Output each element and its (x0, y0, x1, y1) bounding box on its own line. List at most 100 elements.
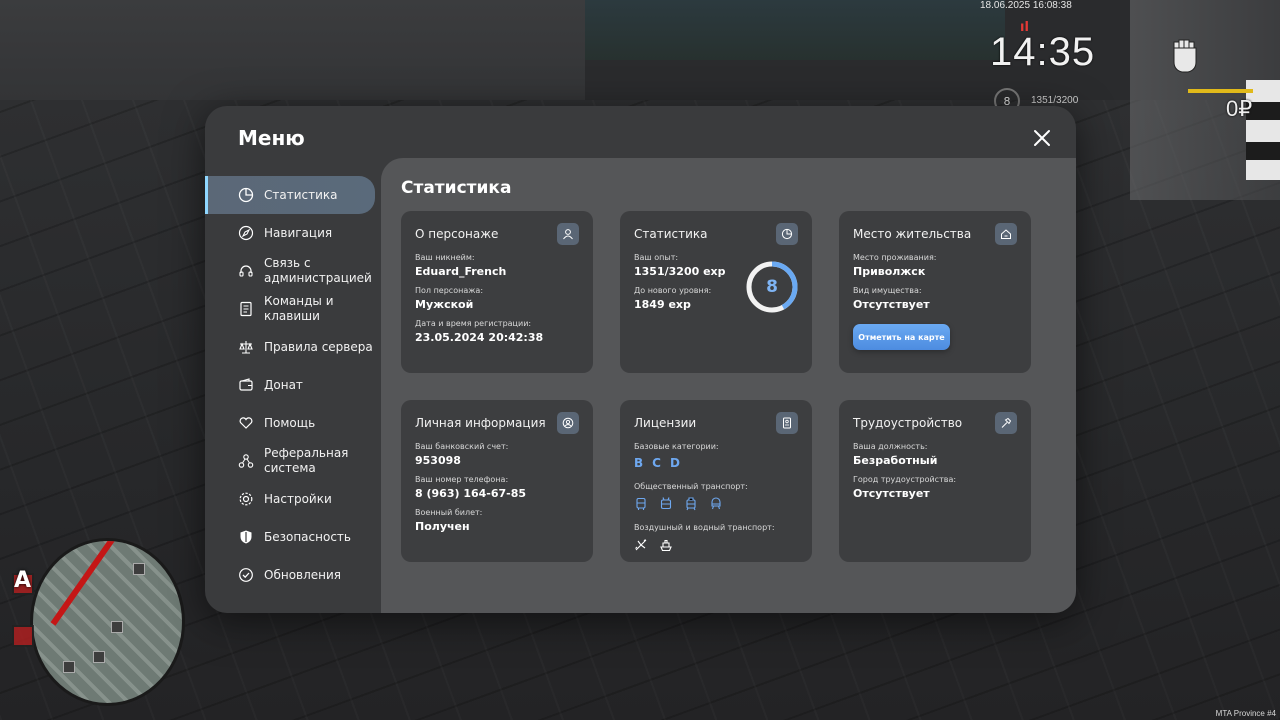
place-value: Приволжск (853, 265, 926, 278)
gender-value: Мужской (415, 298, 474, 311)
sidebar-item-label: Обновления (264, 567, 342, 582)
house-icon (995, 223, 1017, 245)
military-value: Получен (415, 520, 470, 533)
position-label: Ваша должность: (853, 442, 928, 451)
sidebar-item-commands[interactable]: Команды и клавиши (205, 290, 381, 328)
bank-value: 953098 (415, 454, 461, 467)
menu-window: Меню Статистика Навигация Связь с админи… (205, 106, 1076, 613)
pie-chart-icon (776, 223, 798, 245)
headset-icon (238, 263, 254, 279)
map-blip (111, 621, 123, 633)
sidebar-item-help[interactable]: Помощь (205, 404, 381, 442)
card-title: Личная информация (415, 416, 546, 430)
boat-icon (659, 538, 673, 552)
level-progress-ring: 8 (744, 259, 800, 315)
sidebar-item-navigation[interactable]: Навигация (205, 214, 381, 252)
wallet-icon (238, 377, 254, 393)
sidebar-item-updates[interactable]: Обновления (205, 556, 381, 594)
gender-label: Пол персонажа: (415, 286, 484, 295)
sidebar-item-rules[interactable]: Правила сервера (205, 328, 381, 366)
profile-circle-icon (557, 412, 579, 434)
sidebar-item-referral[interactable]: Реферальная система (205, 442, 381, 480)
military-label: Военный билет: (415, 508, 483, 517)
hammer-icon (995, 412, 1017, 434)
striped-post (1246, 80, 1280, 180)
sidebar-item-security[interactable]: Безопасность (205, 518, 381, 556)
mark-on-map-button[interactable]: Отметить на карте (853, 324, 950, 350)
scales-icon (238, 339, 254, 355)
employment-city-value: Отсутствует (853, 487, 930, 500)
licenses-card: Лицензии Базовые категории: B C D Общест… (620, 400, 812, 562)
heart-hand-icon (238, 415, 254, 431)
bank-label: Ваш банковский счет: (415, 442, 509, 451)
employment-card: Трудоустройство Ваша должность: Безработ… (839, 400, 1031, 562)
map-blip (93, 651, 105, 663)
place-label: Место проживания: (853, 253, 937, 262)
position-value: Безработный (853, 454, 938, 467)
phone-value: 8 (963) 164-67-85 (415, 487, 527, 500)
id-card-icon (776, 412, 798, 434)
map-a-marker: A (14, 568, 32, 593)
air-water-transport-icons (634, 538, 798, 552)
sidebar-item-label: Донат (264, 377, 303, 392)
metro-icon (709, 497, 723, 511)
minimap (30, 538, 185, 706)
card-title: Трудоустройство (853, 416, 963, 430)
employment-city-label: Город трудоустройства: (853, 475, 957, 484)
sidebar-item-statistics[interactable]: Статистика (205, 176, 375, 214)
registration-label: Дата и время регистрации: (415, 319, 532, 328)
sidebar-item-settings[interactable]: Настройки (205, 480, 381, 518)
hud-money: 0₽ (1226, 96, 1253, 121)
sidebar-item-donate[interactable]: Донат (205, 366, 381, 404)
statistics-card: Статистика Ваш опыт: 1351/3200 exp До но… (620, 211, 812, 373)
category-c: C (652, 456, 661, 470)
hud-exp: 1351/3200 (1031, 95, 1079, 106)
menu-title: Меню (238, 126, 305, 150)
residence-card: Место жительства Место проживания: Приво… (839, 211, 1031, 373)
sidebar-item-label: Навигация (264, 225, 333, 240)
category-d: D (669, 456, 680, 470)
pie-chart-icon (238, 187, 254, 203)
map-blip (63, 661, 75, 673)
card-title: Лицензии (634, 416, 697, 430)
sidebar-item-label: Реферальная система (264, 446, 349, 475)
nickname-label: Ваш никнейм: (415, 253, 475, 262)
close-button[interactable] (1030, 126, 1054, 150)
personal-info-card: Личная информация Ваш банковский счет: 9… (401, 400, 593, 562)
sidebar-item-label: Связь с администрацией (264, 256, 372, 285)
bus-icon (634, 497, 648, 511)
health-bar (1188, 89, 1253, 93)
trolleybus-icon (659, 497, 673, 511)
page-title: Статистика (401, 178, 512, 198)
nickname-value: Eduard_French (415, 265, 507, 278)
sidebar-item-label: Настройки (264, 491, 332, 506)
building-wall (0, 0, 585, 102)
fist-icon (1162, 34, 1208, 74)
plane-icon (634, 538, 648, 552)
sidebar-item-label: Статистика (264, 187, 338, 202)
check-circle-icon (238, 567, 254, 583)
building-window (585, 0, 1005, 60)
category-b: B (634, 456, 644, 470)
base-categories-label: Базовые категории: (634, 442, 719, 451)
network-icon (238, 453, 254, 469)
sidebar-item-label: Правила сервера (264, 339, 373, 354)
license-categories: B C D (634, 456, 798, 470)
hud-datetime: 18.06.2025 16:08:38 (980, 0, 1072, 11)
property-value: Отсутствует (853, 298, 930, 311)
sidebar-item-contact-admin[interactable]: Связь с администрацией (205, 252, 381, 290)
gear-icon (238, 491, 254, 507)
content-panel: Статистика О персонаже Ваш никнейм: Edua… (381, 158, 1076, 613)
public-transport-label: Общественный транспорт: (634, 482, 748, 491)
user-icon (557, 223, 579, 245)
property-label: Вид имущества: (853, 286, 922, 295)
sidebar-item-label: Помощь (264, 415, 316, 430)
sidebar: Статистика Навигация Связь с администрац… (205, 176, 381, 594)
close-icon (1034, 130, 1050, 146)
public-transport-icons (634, 497, 798, 511)
level-value: 8 (766, 277, 778, 297)
card-title: О персонаже (415, 227, 499, 241)
sidebar-item-label: Безопасность (264, 529, 351, 544)
card-title: Статистика (634, 227, 708, 241)
sidebar-item-label: Команды и клавиши (264, 294, 334, 323)
